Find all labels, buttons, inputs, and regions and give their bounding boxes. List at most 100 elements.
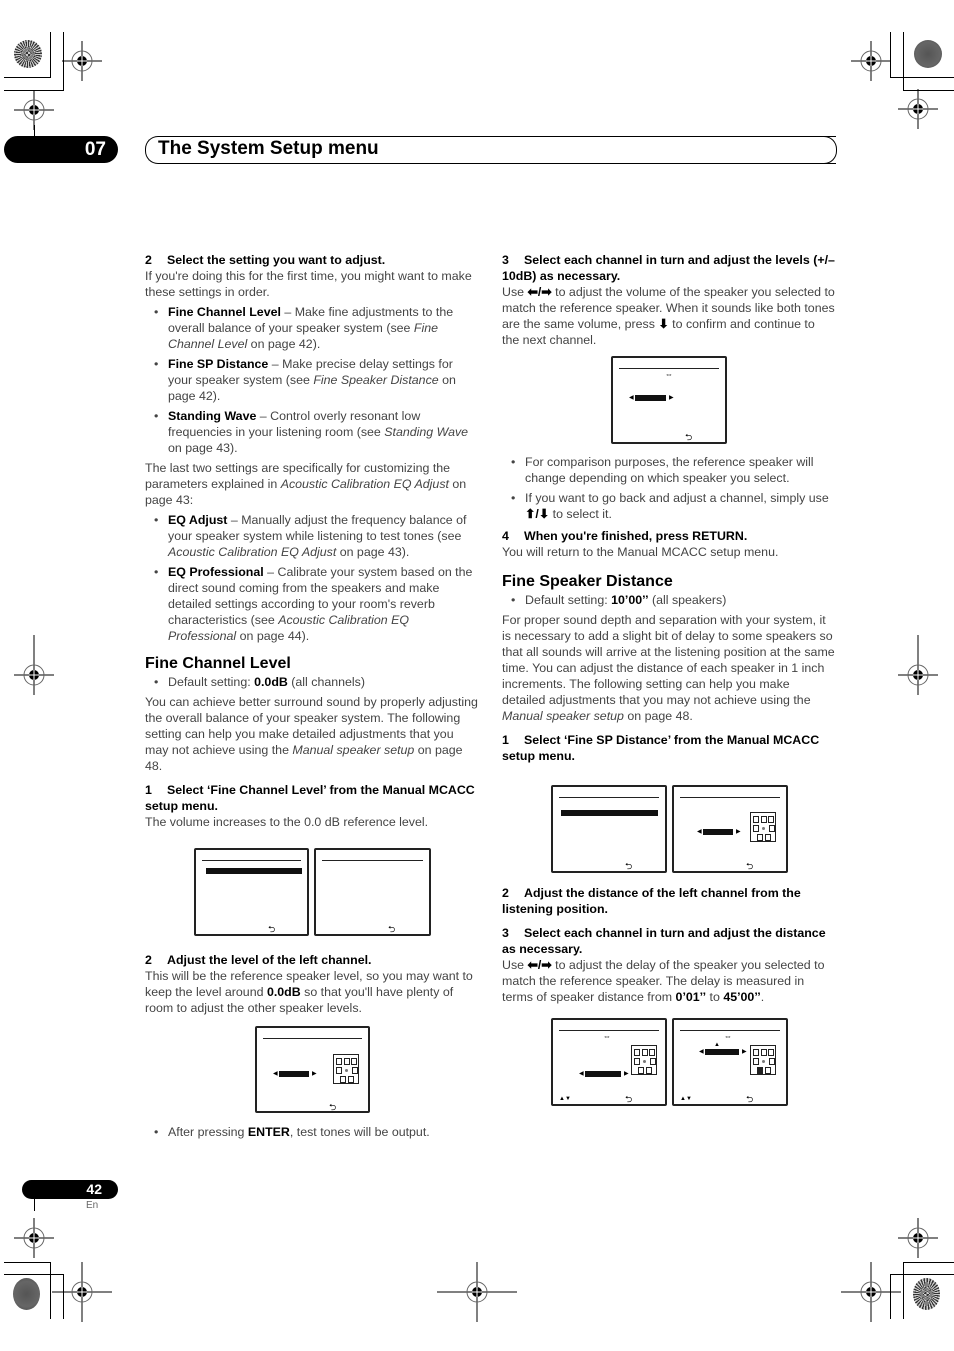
osd-screen-distance-adjust: ⇔ ◀ ▶ ▲▼ ⮌ bbox=[551, 1018, 667, 1106]
osd-screen-menu: ⮌ bbox=[551, 785, 667, 873]
step-text: Use ⬅/➡ to adjust the volume of the spea… bbox=[502, 285, 835, 347]
registration-mark-icon bbox=[52, 1262, 112, 1322]
color-dial-icon bbox=[914, 40, 942, 68]
right-column-mid: For comparison purposes, the reference s… bbox=[502, 454, 835, 764]
cross-reference: Fine Speaker Distance bbox=[313, 373, 439, 387]
left-right-icon: ⇔ bbox=[603, 1032, 611, 1041]
return-icon: ⮌ bbox=[329, 1102, 337, 1112]
right-column: 3 Select each channel in turn and adjust … bbox=[502, 246, 835, 348]
distance-bar bbox=[703, 829, 733, 835]
step-heading: 2 Adjust the level of the left channel. bbox=[145, 953, 372, 967]
return-icon: ⮌ bbox=[746, 861, 754, 871]
default-setting: Default setting: 0.0dB (all channels) bbox=[145, 674, 478, 690]
step-intro: If you're doing this for the first time,… bbox=[145, 269, 472, 299]
left-column-note: After pressing ENTER, test tones will be… bbox=[145, 1124, 478, 1144]
return-icon: ⮌ bbox=[625, 861, 633, 871]
list-item: Fine Channel Level – Make fine adjustmen… bbox=[145, 304, 478, 352]
list-item: For comparison purposes, the reference s… bbox=[502, 454, 835, 486]
list-item: Standing Wave – Control overly resonant … bbox=[145, 408, 478, 456]
color-dial-icon bbox=[14, 40, 42, 68]
crop-line bbox=[890, 77, 954, 78]
return-icon: ⮌ bbox=[268, 924, 276, 934]
return-icon: ⮌ bbox=[746, 1094, 754, 1104]
list-item: After pressing ENTER, test tones will be… bbox=[145, 1124, 478, 1140]
left-right-icon: ⇔ bbox=[724, 1032, 732, 1041]
step-text: This will be the reference speaker level… bbox=[145, 969, 473, 1015]
chapter-number-badge: 07 bbox=[4, 136, 118, 163]
color-dial-icon bbox=[13, 1278, 40, 1310]
down-key-icon: ⬇ bbox=[658, 317, 669, 331]
speaker-layout-icon bbox=[750, 812, 776, 842]
step-text: You will return to the Manual MCACC setu… bbox=[502, 545, 779, 559]
step-heading: 1 Select ‘Fine Channel Level’ from the Ma… bbox=[145, 783, 475, 813]
registration-mark-icon bbox=[898, 89, 938, 134]
cross-reference: Acoustic Calibration EQ Adjust bbox=[168, 545, 337, 559]
settings-list: EQ Adjust – Manually adjust the frequenc… bbox=[145, 512, 478, 644]
arrow-left-icon: ◀ bbox=[579, 1071, 584, 1077]
crop-line bbox=[50, 1262, 51, 1319]
crop-line bbox=[903, 1262, 954, 1263]
return-icon: ⮌ bbox=[625, 1094, 633, 1104]
registration-mark-icon bbox=[14, 635, 54, 715]
left-right-icon: ⇔ bbox=[665, 370, 673, 379]
arrow-up-icon: ▲ bbox=[714, 1042, 720, 1048]
section-heading: Fine Speaker Distance bbox=[502, 573, 673, 590]
speaker-layout-icon bbox=[631, 1045, 657, 1075]
step-heading: 3 Select each channel in turn and adjust … bbox=[502, 253, 835, 283]
registration-mark-icon bbox=[14, 90, 54, 130]
left-right-keys-icon: ⬅/➡ bbox=[527, 285, 552, 299]
section-body: For proper sound depth and separation wi… bbox=[502, 613, 835, 723]
osd-screen-adjust-level: ⇔ ◀ ▶ ⮌ bbox=[611, 356, 727, 444]
section-heading: Fine Channel Level bbox=[145, 655, 291, 672]
registration-mark-icon bbox=[14, 1213, 54, 1258]
level-bar bbox=[279, 1071, 309, 1077]
list-item: Fine SP Distance – Make precise delay se… bbox=[145, 356, 478, 404]
left-column-lower: 2 Adjust the level of the left channel. T… bbox=[145, 946, 478, 1016]
step-heading: 3 Select each channel in turn and adjust … bbox=[502, 926, 826, 956]
osd-screen-blank: ⮌ bbox=[314, 848, 431, 936]
crop-line bbox=[903, 1262, 904, 1319]
crop-line bbox=[50, 32, 51, 77]
speaker-layout-icon bbox=[333, 1054, 359, 1084]
registration-mark-icon bbox=[62, 41, 102, 81]
crop-line bbox=[890, 1274, 891, 1319]
step-heading: 2 Adjust the distance of the left channel… bbox=[502, 886, 801, 916]
left-column: 2 Select the setting you want to adjust. … bbox=[145, 246, 478, 830]
selection-bar bbox=[206, 868, 302, 874]
left-right-keys-icon: ⬅/➡ bbox=[527, 958, 552, 972]
arrow-left-icon: ◀ bbox=[699, 1049, 704, 1055]
step-text: Use ⬅/➡ to adjust the delay of the speak… bbox=[502, 958, 825, 1004]
crop-line bbox=[4, 77, 51, 78]
osd-screen-menu: ⮌ bbox=[194, 848, 309, 936]
arrow-right-icon: ▶ bbox=[312, 1071, 317, 1077]
return-icon: ⮌ bbox=[685, 432, 693, 442]
chapter-title: The System Setup menu bbox=[158, 138, 379, 159]
selection-bar bbox=[561, 810, 658, 816]
step-heading: 4 When you're finished, press RETURN. bbox=[502, 529, 748, 543]
return-icon: ⮌ bbox=[388, 924, 396, 934]
registration-mark-icon bbox=[437, 1262, 517, 1322]
cross-reference: Standing Wave bbox=[384, 425, 469, 439]
registration-mark-icon bbox=[898, 1213, 938, 1258]
arrow-left-icon: ◀ bbox=[629, 395, 634, 401]
step-text: The volume increases to the 0.0 dB refer… bbox=[145, 815, 429, 829]
page-number: 42 bbox=[22, 1180, 118, 1199]
speaker-layout-icon bbox=[750, 1045, 776, 1075]
color-dial-icon bbox=[913, 1278, 940, 1310]
list-item: If you want to go back and adjust a chan… bbox=[502, 490, 835, 522]
up-down-icon: ▲▼ bbox=[680, 1096, 692, 1102]
registration-mark-icon bbox=[898, 635, 938, 715]
registration-mark-icon bbox=[851, 41, 891, 81]
arrow-left-icon: ◀ bbox=[697, 829, 702, 835]
chapter-title-bar: The System Setup menu bbox=[145, 136, 836, 164]
distance-bar bbox=[585, 1071, 621, 1077]
crop-line bbox=[4, 1262, 51, 1263]
list-item: EQ Professional – Calibrate your system … bbox=[145, 564, 478, 644]
osd-screen-distance-adjust: ⇔ ▲ ◀ ▶ ▲▼ ⮌ bbox=[672, 1018, 788, 1106]
language-label: En bbox=[86, 1200, 99, 1211]
up-down-keys-icon: ⬆/⬇ bbox=[525, 507, 550, 521]
right-column-lower: 2 Adjust the distance of the left channel… bbox=[502, 879, 835, 1005]
arrow-left-icon: ◀ bbox=[273, 1071, 278, 1077]
level-bar bbox=[635, 395, 666, 401]
section-body: You can achieve better surround sound by… bbox=[145, 695, 478, 773]
